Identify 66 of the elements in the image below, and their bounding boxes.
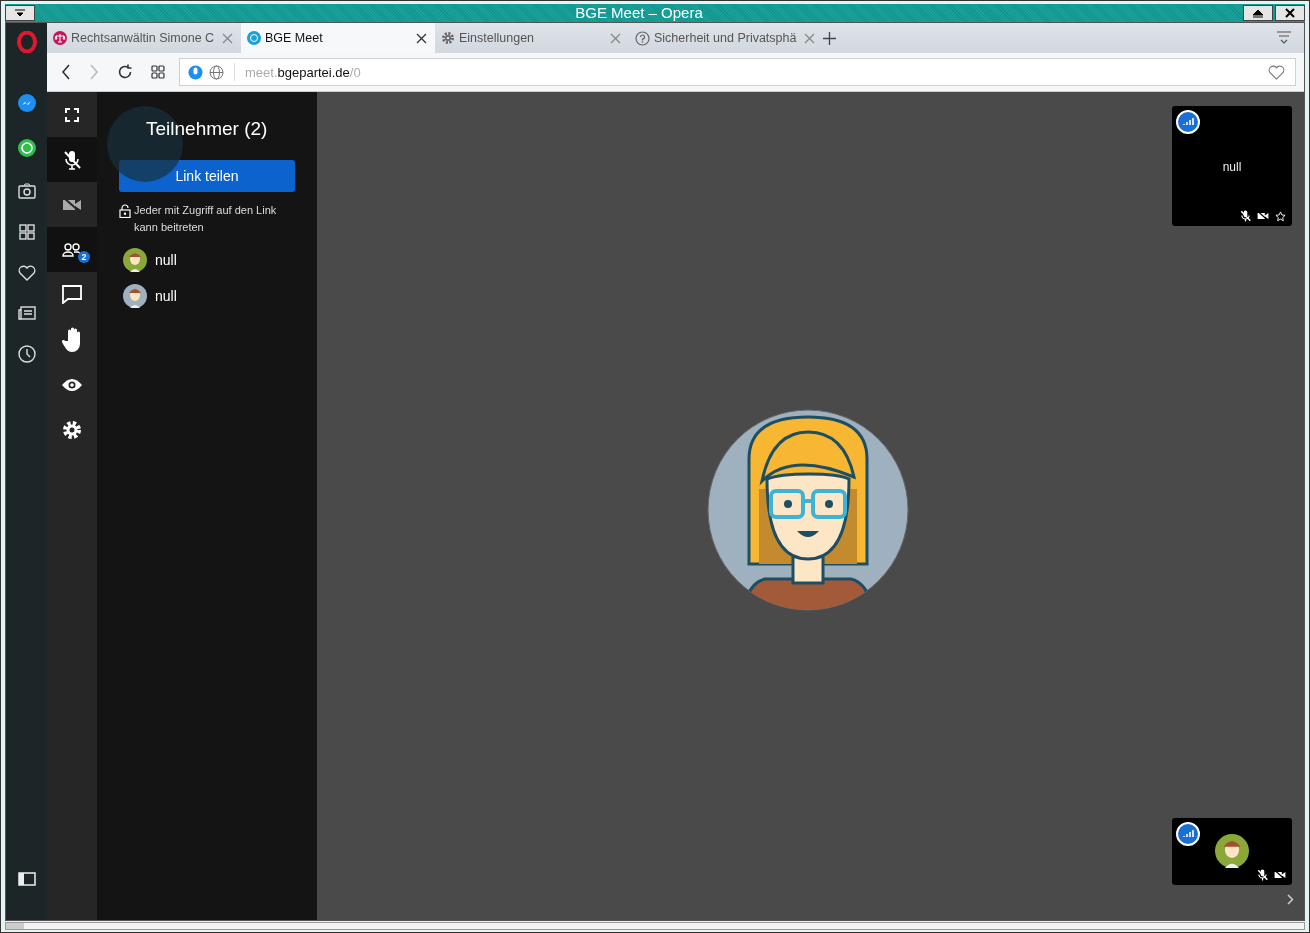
panel-title: Teilnehmer (2)	[146, 118, 269, 140]
fullscreen-icon	[65, 107, 79, 122]
tile-name: null	[1221, 160, 1243, 174]
lock-icon	[119, 204, 131, 218]
microphone-icon[interactable]	[188, 64, 203, 80]
close-icon	[1285, 8, 1295, 18]
news-icon[interactable]	[17, 306, 36, 320]
eject-icon	[1252, 8, 1264, 18]
settings-icon	[62, 419, 82, 440]
microphone-muted-icon	[1257, 869, 1268, 881]
opera-logo-icon[interactable]	[16, 31, 37, 53]
microphone-muted-icon	[1240, 210, 1251, 222]
gear-icon	[441, 31, 455, 45]
tab-menu-icon[interactable]	[1276, 31, 1292, 45]
tab-title: Einstellungen	[459, 31, 536, 45]
star-icon[interactable]	[1275, 210, 1286, 222]
horizontal-scrollbar[interactable]	[5, 922, 1305, 930]
caret-down-icon	[14, 9, 26, 17]
history-icon[interactable]	[17, 345, 36, 363]
raised-hand-icon	[61, 326, 83, 353]
participant-name: null	[155, 252, 177, 268]
globe-icon[interactable]	[209, 64, 224, 80]
microphone-muted-icon	[63, 149, 81, 170]
eye-icon	[61, 377, 83, 392]
browser-tab[interactable]: Einstellungen	[435, 23, 629, 53]
tab-title: Rechtsanwältin Simone C	[71, 31, 216, 45]
signal-icon	[1176, 110, 1200, 134]
bookmark-heart-icon[interactable]	[1268, 64, 1285, 80]
participants-button[interactable]: 2	[47, 227, 97, 272]
grid-icon[interactable]	[18, 224, 35, 240]
count-badge: 2	[78, 250, 90, 263]
remote-video-tile[interactable]: null	[1172, 106, 1292, 226]
local-video-tile[interactable]	[1172, 818, 1292, 885]
back-icon[interactable]	[61, 64, 71, 80]
scales-icon	[53, 31, 67, 45]
sidebar-toggle-icon[interactable]	[17, 872, 36, 886]
access-note: Jeder mit Zugriff auf den Link kann beitreten	[134, 203, 278, 235]
site-logo-icon	[247, 31, 261, 45]
camera-off-icon	[1257, 211, 1269, 221]
tabs-grid-icon[interactable]	[151, 65, 165, 79]
tab-title: Sicherheit und Privatsphä	[654, 31, 798, 45]
camera-off-icon	[1274, 870, 1286, 880]
mic-muted-button[interactable]	[47, 137, 97, 182]
help-icon	[635, 30, 650, 46]
messenger-icon[interactable]	[16, 93, 37, 113]
camera-icon[interactable]	[17, 183, 36, 199]
browser-tab[interactable]: BGE Meet	[241, 23, 435, 53]
browser-tab[interactable]: Rechtsanwältin Simone C	[47, 23, 241, 53]
url-text: meet.bgepartei.de/0	[245, 64, 361, 80]
window-title: BGE Meet – Opera	[574, 4, 704, 22]
chevron-right-icon[interactable]	[1287, 894, 1294, 905]
address-field[interactable]: meet.bgepartei.de/0	[179, 58, 1296, 86]
whatsapp-icon[interactable]	[16, 138, 37, 158]
heart-icon[interactable]	[17, 265, 36, 281]
reload-icon[interactable]	[117, 64, 133, 80]
window-menu-button[interactable]	[5, 5, 35, 21]
new-tab-icon[interactable]	[823, 31, 836, 45]
tab-title: BGE Meet	[265, 31, 324, 45]
close-tab-icon[interactable]	[416, 32, 427, 44]
browser-tab[interactable]: Sicherheit und Privatsphä	[629, 23, 823, 53]
close-button[interactable]	[1275, 5, 1305, 21]
maximize-button[interactable]	[1243, 5, 1273, 21]
man-avatar-icon	[1215, 834, 1249, 868]
signal-icon	[1176, 822, 1200, 846]
participant-name: null	[155, 288, 177, 304]
chat-icon	[62, 285, 82, 304]
